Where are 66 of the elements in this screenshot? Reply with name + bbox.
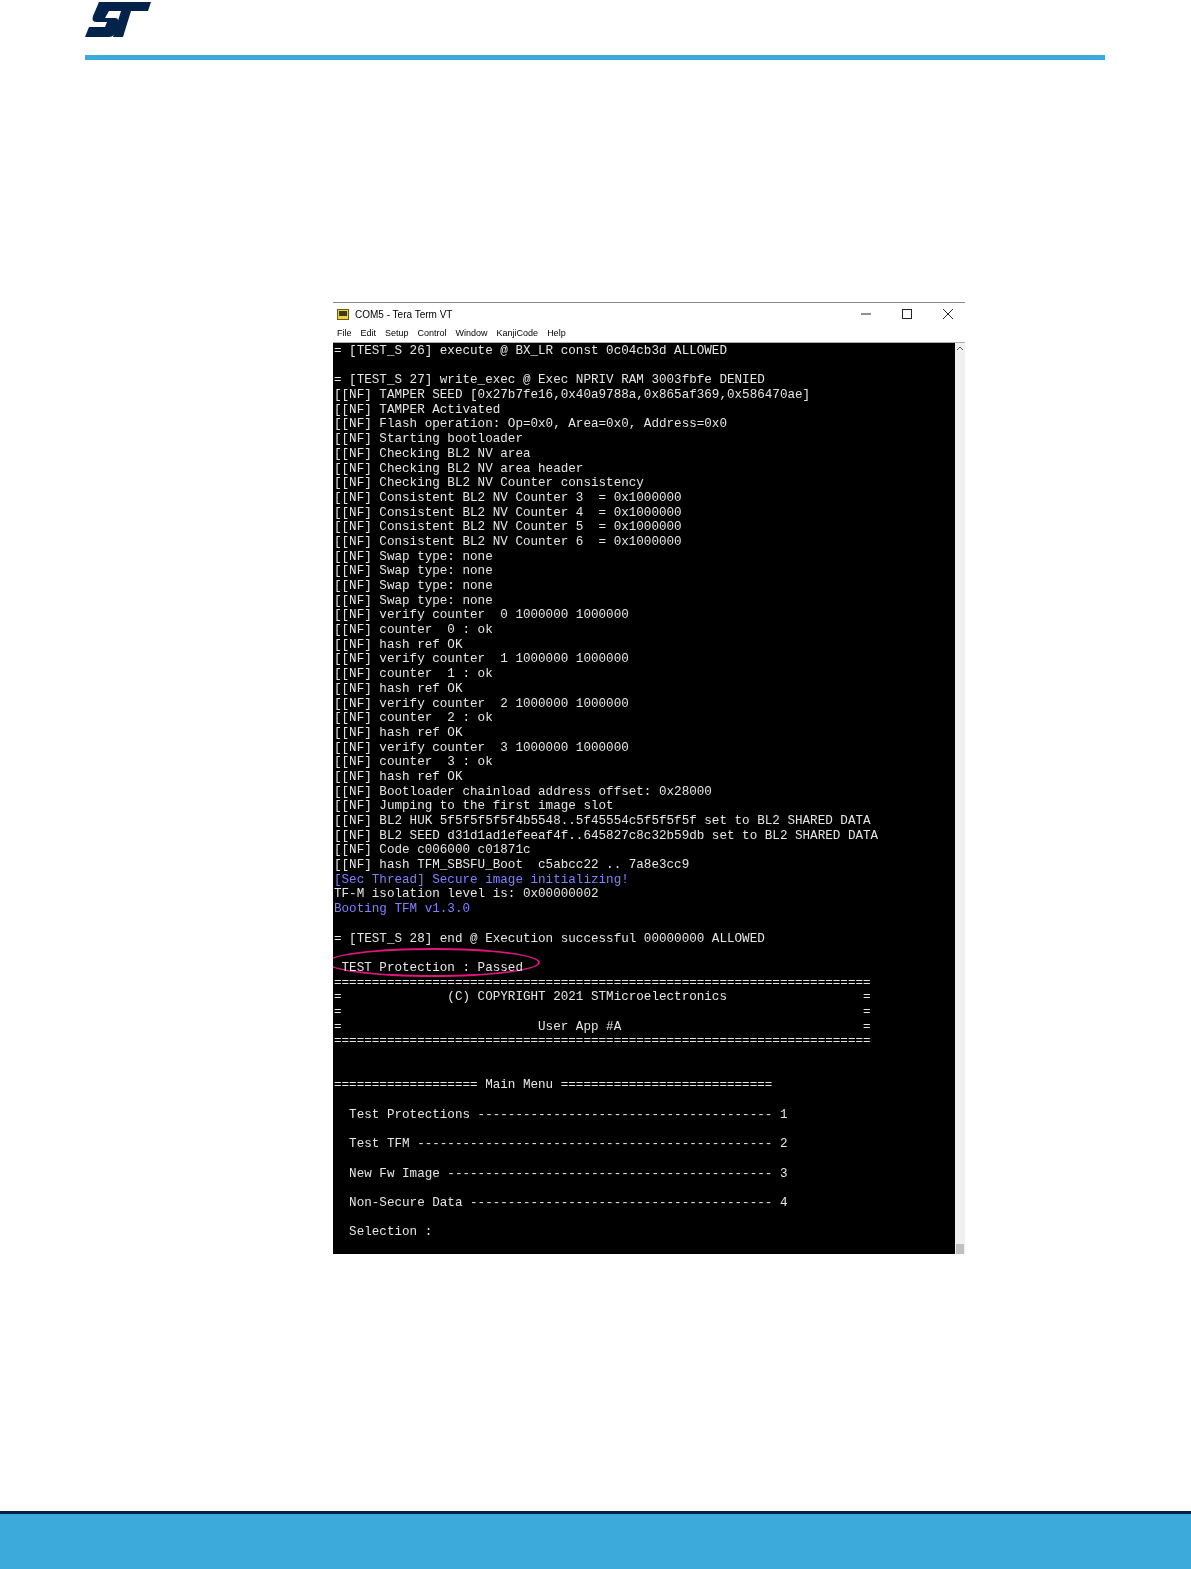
menu-item[interactable]: Setup xyxy=(385,326,409,341)
terminal-line: = = xyxy=(334,1004,871,1020)
terminal-line: [[NF] verify counter 2 1000000 1000000 xyxy=(334,696,629,712)
terminal-line: ======================================================================= xyxy=(334,975,871,991)
terminal-line: [[NF] Checking BL2 NV area header xyxy=(334,461,584,477)
menu-item[interactable]: Control xyxy=(417,326,447,341)
terminal-line: [[NF] counter 0 : ok xyxy=(334,623,493,638)
terminal-line: [[NF] counter 3 : ok xyxy=(334,755,493,770)
terminal-line: = [TEST_S 26] execute @ BX_LR const 0c04cb3d ALLOWED xyxy=(334,344,727,359)
terminal-line: [[NF] Consistent BL2 NV Counter 3 = 0x1000000 xyxy=(334,490,682,506)
terminal-line: =================== Main Menu ============================ xyxy=(334,1078,773,1094)
menu-item[interactable]: Window xyxy=(455,326,488,341)
terminal-line: [[NF] hash ref OK xyxy=(334,637,463,653)
terminal-line: Selection : xyxy=(348,1225,433,1240)
terminal-line: Booting TFM v1.3.0 xyxy=(334,902,471,917)
close-icon[interactable] xyxy=(943,309,953,319)
terminal-line: [[NF] hash ref OK xyxy=(334,769,463,785)
terminal-line: [[NF] TAMPER Activated xyxy=(334,402,501,418)
terminal-line: [[NF] Jumping to the first image slot xyxy=(334,799,614,814)
terminal-line: [[NF] Code c006000 c01871c xyxy=(334,843,531,859)
terminal-line: [[NF] TAMPER SEED [0x27b7fe16,0x40a9788a,0x865af369,0x586470ae] xyxy=(334,388,811,403)
terminal-line: [[NF] verify counter 3 1000000 1000000 xyxy=(334,740,629,756)
terminal-line: [[NF] Swap type: none xyxy=(334,549,493,565)
terminal-line: [[NF] Consistent BL2 NV Counter 6 = 0x1000000 xyxy=(334,534,682,550)
maximize-icon[interactable] xyxy=(902,309,912,319)
terminal-line: Test TFM ----------------------------------------------- 2 xyxy=(348,1137,788,1152)
terminal-line: [[NF] counter 1 : ok xyxy=(334,667,493,682)
terminal-line: [[NF] Starting bootloader xyxy=(334,432,523,447)
terminal-line: Test Protections --------------------------------------- 1 xyxy=(348,1107,788,1123)
terminal-line: [Sec Thread] Secure image initializing! xyxy=(334,872,629,888)
terminal-line: [[NF] Swap type: none xyxy=(334,564,493,579)
terminal-line: [[NF] BL2 SEED d31d1ad1efeeaf4f..645827c8c32b59db set to BL2 SHARED DATA xyxy=(334,828,879,844)
terminal-line: [[NF] Checking BL2 NV Counter consistency xyxy=(334,476,644,491)
terminal-line: [[NF] hash TFM_SBSFU_Boot c5abcc22 .. 7a8e3cc9 xyxy=(334,858,690,873)
terminal-line: [[NF] hash ref OK xyxy=(334,725,463,741)
terminal-line: [[NF] Consistent BL2 NV Counter 5 = 0x1000000 xyxy=(334,520,682,535)
terminal-line: [[NF] verify counter 0 1000000 1000000 xyxy=(334,608,629,624)
terminal-line: = User App #A = xyxy=(334,1019,871,1035)
logo-icon xyxy=(85,2,151,38)
terminal-line: TF-M isolation level is: 0x00000002 xyxy=(334,887,599,903)
terminal-line: ======================================================================= xyxy=(334,1034,871,1049)
terminal-line: [[NF] Flash operation: Op=0x0, Area=0x0, Address=0x0 xyxy=(334,417,727,433)
terminal-line: TEST Protection : Passed xyxy=(340,960,523,976)
terminal-line: [[NF] counter 2 : ok xyxy=(334,711,493,726)
terminal-line: [[NF] Checking BL2 NV area xyxy=(334,446,531,462)
terminal-line: [[NF] Swap type: none xyxy=(334,579,493,594)
window-title: COM5 - Tera Term VT xyxy=(355,307,453,322)
terminal-line: New Fw Image ------------------------------------------- 3 xyxy=(348,1166,788,1182)
scroll-thumb[interactable] xyxy=(956,1244,964,1254)
menu-item[interactable]: Help xyxy=(547,326,566,341)
menu-item[interactable]: Edit xyxy=(360,326,377,341)
terminal-line: [[NF] verify counter 1 1000000 1000000 xyxy=(334,652,629,668)
terminal-line: = (C) COPYRIGHT 2021 STMicroelectronics = xyxy=(334,990,871,1005)
terminal-line: [[NF] Consistent BL2 NV Counter 4 = 0x1000000 xyxy=(334,505,682,521)
terminal-line: [[NF] Swap type: none xyxy=(334,593,493,609)
terminal-line: [[NF] Bootloader chainload address offset: 0x28000 xyxy=(334,784,712,800)
terminal-line: [[NF] BL2 HUK 5f5f5f5f5f4b5548..5f45554c5f5f5f5f set to BL2 SHARED DATA xyxy=(334,814,871,829)
terminal-line: = [TEST_S 28] end @ Execution successful 00000000 ALLOWED xyxy=(334,931,765,947)
app-icon xyxy=(337,308,349,320)
scrollbar[interactable] xyxy=(955,343,965,1254)
terminal-line: = [TEST_S 27] write_exec @ Exec NPRIV RAM 3003fbfe DENIED xyxy=(334,373,765,389)
scroll-up-icon[interactable] xyxy=(957,345,963,353)
terminal-line: [[NF] hash ref OK xyxy=(334,681,463,697)
menu-item[interactable]: File xyxy=(337,326,352,341)
terminal-line: Non-Secure Data ---------------------------------------- 4 xyxy=(348,1195,788,1211)
menu-item[interactable]: KanjiCode xyxy=(496,326,539,341)
